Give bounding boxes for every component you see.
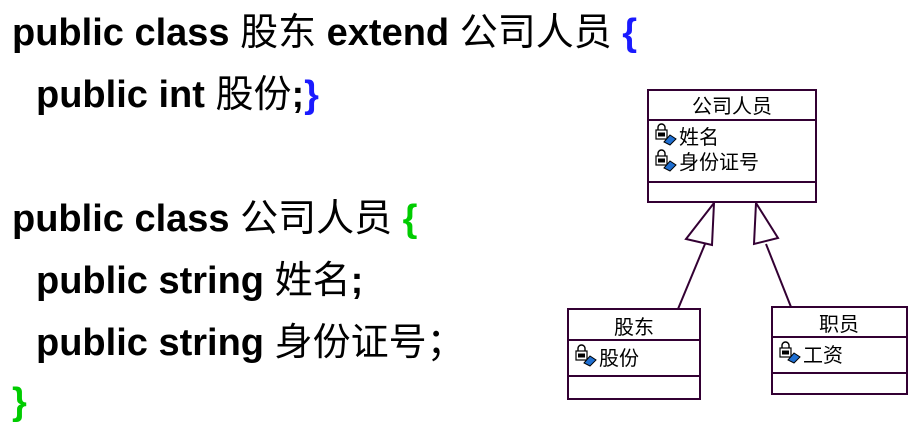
inheritance-line-left	[677, 243, 706, 310]
uml-class-base: 公司人员 姓名 身份证号	[647, 89, 817, 203]
uml-class-left-child: 股东 股份	[567, 308, 701, 400]
class-title: 公司人员	[692, 94, 772, 118]
inheritance-arrow-left	[684, 199, 716, 247]
attribute: 工资	[803, 343, 843, 367]
attribute: 姓名	[679, 125, 719, 149]
class-title: 职员	[819, 312, 859, 336]
attribute: 身份证号	[679, 150, 759, 174]
uml-class-right-child: 职员 工资	[771, 306, 908, 395]
class-title: 股东	[614, 315, 654, 339]
uml-class-diagram: 公司人员 姓名 身份证号 股东 股份 职员 工资	[567, 89, 908, 400]
inheritance-arrow-right	[752, 199, 780, 246]
attribute: 股份	[599, 346, 639, 370]
inheritance-line-right	[765, 243, 792, 308]
